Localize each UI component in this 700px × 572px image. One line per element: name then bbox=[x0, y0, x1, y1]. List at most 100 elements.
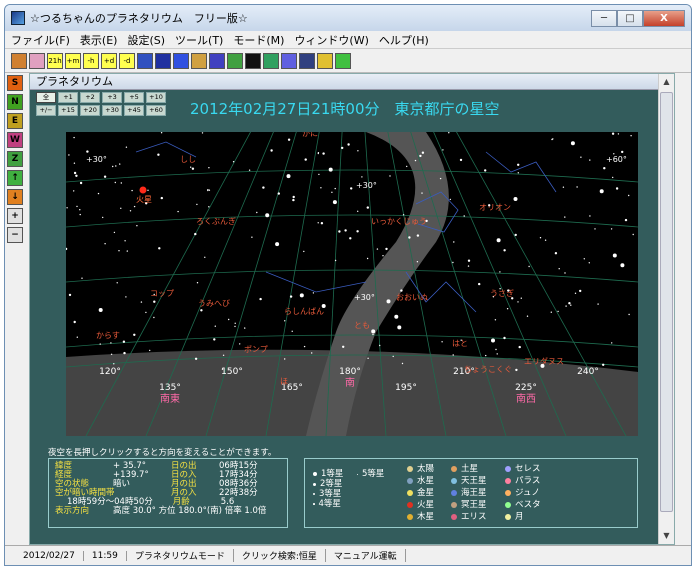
menu-item[interactable]: 設定(S) bbox=[127, 32, 165, 48]
body-legend-item: セレス bbox=[505, 463, 541, 475]
toolbar-button[interactable] bbox=[173, 52, 189, 69]
toolbar-button[interactable]: +m bbox=[65, 52, 81, 69]
toolbar-button[interactable] bbox=[281, 52, 297, 69]
minimize-button[interactable]: ─ bbox=[591, 9, 617, 27]
toolbar-button[interactable] bbox=[29, 52, 45, 69]
side-button[interactable]: ↓ bbox=[7, 189, 23, 205]
view-button[interactable]: +3 bbox=[102, 92, 122, 103]
menu-item[interactable]: 表示(E) bbox=[80, 32, 118, 48]
star bbox=[495, 348, 497, 351]
toolbar-button[interactable] bbox=[227, 52, 243, 69]
star bbox=[357, 150, 359, 152]
view-button[interactable]: +/− bbox=[36, 105, 56, 116]
scroll-up-icon[interactable]: ▲ bbox=[659, 74, 674, 90]
star bbox=[366, 206, 369, 209]
star bbox=[558, 268, 560, 270]
azimuth-label: 240° bbox=[577, 367, 599, 377]
star bbox=[303, 345, 306, 348]
star bbox=[520, 297, 522, 299]
toolbar-button[interactable] bbox=[263, 52, 279, 69]
body-icon bbox=[505, 502, 511, 508]
star bbox=[110, 353, 113, 355]
toolbar-button[interactable] bbox=[155, 52, 171, 69]
body-legend-item: 海王星 bbox=[451, 487, 487, 499]
body-legend-item: ジュノ bbox=[505, 487, 541, 499]
star bbox=[73, 171, 77, 175]
menu-item[interactable]: ヘルプ(H) bbox=[379, 32, 429, 48]
magnitude-item: 2等星 bbox=[313, 479, 343, 489]
menu-item[interactable]: モード(M) bbox=[233, 32, 284, 48]
scroll-thumb[interactable] bbox=[660, 92, 673, 512]
toolbar-button[interactable] bbox=[191, 52, 207, 69]
star bbox=[463, 215, 465, 217]
star bbox=[244, 327, 246, 329]
view-button[interactable]: +1 bbox=[58, 92, 78, 103]
star bbox=[284, 358, 286, 360]
star bbox=[110, 342, 112, 344]
toolbar-button[interactable]: +d bbox=[101, 52, 117, 69]
magnitude-item: 5等星 bbox=[357, 469, 384, 479]
view-button[interactable]: +15 bbox=[58, 105, 78, 116]
side-button[interactable]: N bbox=[7, 94, 23, 110]
view-button[interactable]: +20 bbox=[80, 105, 100, 116]
side-button[interactable]: W bbox=[7, 132, 23, 148]
vertical-scrollbar[interactable]: ▲ ▼ bbox=[658, 74, 674, 544]
toolbar-button[interactable] bbox=[299, 52, 315, 69]
body-icon bbox=[407, 478, 413, 484]
direction-label: 表示方向 bbox=[55, 506, 90, 516]
star bbox=[120, 207, 122, 209]
star bbox=[73, 162, 76, 164]
menu-item[interactable]: ファイル(F) bbox=[11, 32, 70, 48]
toolbar-button[interactable] bbox=[209, 52, 225, 69]
star bbox=[207, 189, 209, 191]
toolbar-button[interactable]: 21h bbox=[47, 52, 63, 69]
star bbox=[122, 340, 126, 343]
toolbar-button[interactable] bbox=[335, 52, 351, 69]
toolbar-button[interactable] bbox=[137, 52, 153, 69]
side-button[interactable]: E bbox=[7, 113, 23, 129]
view-button[interactable]: +2 bbox=[80, 92, 100, 103]
star bbox=[394, 314, 399, 319]
sky-map[interactable]: +30°+20°+10°±0°120°135°南東150°165°180°南19… bbox=[66, 132, 638, 436]
side-button[interactable]: S bbox=[7, 75, 23, 91]
status-field: プラネタリウムモード bbox=[127, 549, 234, 562]
star bbox=[514, 233, 517, 237]
sky-view[interactable]: +30°+20°+10°±0°120°135°南東150°165°180°南19… bbox=[66, 132, 638, 436]
view-button[interactable]: 全 bbox=[36, 92, 56, 103]
view-button[interactable]: +60 bbox=[146, 105, 166, 116]
star bbox=[439, 177, 442, 180]
star bbox=[334, 187, 336, 190]
toolbar-button[interactable]: -d bbox=[119, 52, 135, 69]
menu-item[interactable]: ツール(T) bbox=[175, 32, 223, 48]
star bbox=[416, 234, 420, 237]
star bbox=[73, 136, 75, 139]
menu-item[interactable]: ウィンドウ(W) bbox=[294, 32, 368, 48]
side-button[interactable]: Z bbox=[7, 151, 23, 167]
star bbox=[103, 175, 107, 178]
star bbox=[208, 206, 210, 208]
constellation-label: らしんばん bbox=[284, 307, 324, 316]
star bbox=[367, 357, 369, 359]
side-button[interactable]: ↑ bbox=[7, 170, 23, 186]
maximize-button[interactable]: □ bbox=[617, 9, 643, 27]
scroll-down-icon[interactable]: ▼ bbox=[659, 528, 674, 544]
toolbar-button[interactable] bbox=[11, 52, 27, 69]
constellation-label: とも bbox=[354, 321, 370, 330]
view-button[interactable]: +30 bbox=[102, 105, 122, 116]
view-button[interactable]: +5 bbox=[124, 92, 144, 103]
star bbox=[201, 132, 204, 134]
view-button[interactable]: +10 bbox=[146, 92, 166, 103]
side-button[interactable]: + bbox=[7, 208, 23, 224]
view-button[interactable]: +45 bbox=[124, 105, 144, 116]
star bbox=[321, 304, 326, 308]
toolbar-button[interactable] bbox=[245, 52, 261, 69]
star bbox=[539, 237, 542, 239]
toolbar-button[interactable]: -h bbox=[83, 52, 99, 69]
toolbar-button[interactable] bbox=[317, 52, 333, 69]
close-button[interactable]: X bbox=[643, 9, 685, 27]
star bbox=[284, 320, 286, 322]
star bbox=[153, 300, 156, 303]
magnitude-item: 1等星 bbox=[313, 469, 343, 479]
constellation-label: オリオン bbox=[479, 203, 511, 212]
side-button[interactable]: − bbox=[7, 227, 23, 243]
